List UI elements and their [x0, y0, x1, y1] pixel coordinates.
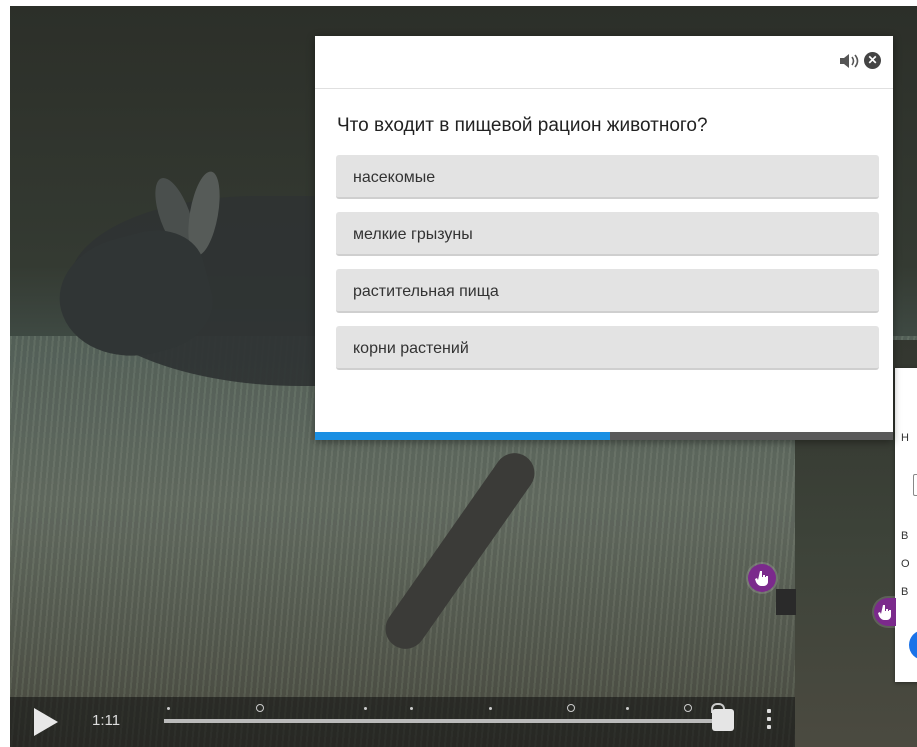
current-time: 1:11 [92, 712, 121, 729]
card-letter: О [901, 558, 910, 570]
hotspot-tab [776, 589, 796, 615]
chapter-dot [364, 707, 367, 710]
answer-option[interactable]: мелкие грызуны [336, 212, 879, 256]
close-icon[interactable]: ✕ [864, 52, 881, 69]
card-letter: В [901, 530, 909, 542]
player-controls: 1:11 [10, 697, 795, 747]
card-letter: Н [901, 432, 909, 444]
interaction-marker[interactable] [567, 704, 575, 712]
quiz-header: ✕ [315, 36, 893, 89]
second-quiz-card: Н В О В [895, 368, 917, 682]
card-button[interactable] [909, 630, 917, 660]
volume-icon[interactable] [839, 52, 859, 70]
interaction-marker[interactable] [684, 704, 692, 712]
more-vertical-icon[interactable] [767, 709, 771, 735]
answer-option[interactable]: растительная пища [336, 269, 879, 313]
card-input-box[interactable] [913, 474, 917, 496]
card-letter: В [901, 586, 909, 598]
seek-fill [164, 719, 724, 723]
answer-option[interactable]: корни растений [336, 326, 879, 370]
answer-option[interactable]: насекомые [336, 155, 879, 199]
interaction-hotspot[interactable] [874, 598, 896, 626]
chapter-dot [626, 707, 629, 710]
play-icon[interactable] [34, 708, 58, 736]
quiz-progress-bar [315, 432, 893, 440]
interaction-hotspot[interactable] [748, 564, 776, 592]
hand-pointer-icon [878, 605, 891, 620]
seek-bar[interactable] [164, 703, 734, 731]
chapter-dot [489, 707, 492, 710]
answer-list: насекомые мелкие грызуны растительная пи… [336, 155, 879, 370]
seek-thumb[interactable] [712, 709, 734, 731]
chapter-dot [167, 707, 170, 710]
hand-pointer-icon [755, 571, 768, 586]
quiz-question: Что входит в пищевой рацион животного? [337, 115, 708, 136]
quiz-dialog: ✕ Что входит в пищевой рацион животного?… [315, 36, 893, 440]
chapter-dot [410, 707, 413, 710]
quiz-progress-fill [315, 432, 610, 440]
interaction-marker[interactable] [256, 704, 264, 712]
